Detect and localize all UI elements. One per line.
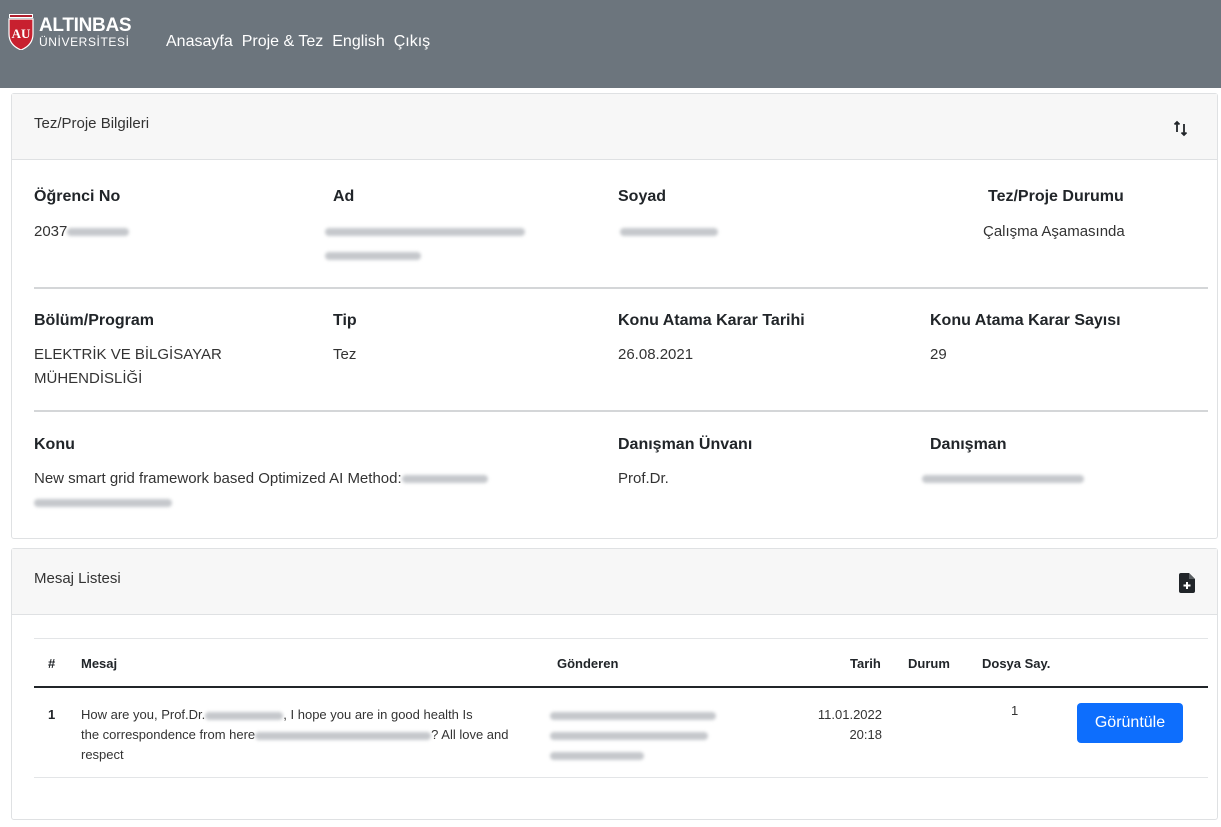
topic-label: Konu <box>34 436 75 453</box>
table-top-border <box>34 638 1208 639</box>
student-no-label: Öğrenci No <box>34 188 121 205</box>
col-index-header: # <box>48 656 56 671</box>
brand-logo[interactable]: AU ALTINBAS ÜNİVERSİTESİ <box>7 14 132 50</box>
surname-label: Soyad <box>618 188 667 205</box>
row-file-count: 1 <box>1011 703 1019 718</box>
advisor-title-label: Danışman Ünvanı <box>618 436 753 453</box>
col-message-header: Mesaj <box>81 656 118 671</box>
thesis-card-header: Tez/Proje Bilgileri <box>12 94 1217 160</box>
divider-2 <box>34 410 1208 412</box>
brand-name: ALTINBAS <box>39 15 132 36</box>
nav-project-thesis[interactable]: Proje & Tez <box>242 33 324 51</box>
view-message-button[interactable]: Görüntüle <box>1077 703 1183 743</box>
message-list-card: Mesaj Listesi # Mesaj Gönderen Tarih Dur… <box>11 548 1218 820</box>
row-index: 1 <box>48 707 56 722</box>
row-date: 11.01.2022 20:18 <box>817 707 882 742</box>
top-navbar: AU ALTINBAS ÜNİVERSİTESİ Anasayfa Proje … <box>0 0 1221 88</box>
type-value: Tez <box>333 346 357 363</box>
department-value: ELEKTRİK VE BİLGİSAYAR MÜHENDİSLİĞİ <box>34 346 222 387</box>
nav-logout[interactable]: Çıkış <box>394 33 430 51</box>
table-header-border <box>34 686 1208 688</box>
divider-1 <box>34 287 1208 289</box>
row-sender-redacted <box>550 705 716 765</box>
message-card-title: Mesaj Listesi <box>34 570 121 587</box>
thesis-card-title: Tez/Proje Bilgileri <box>34 115 150 132</box>
nav-english[interactable]: English <box>332 33 384 51</box>
nav-home[interactable]: Anasayfa <box>166 33 233 51</box>
col-date-header: Tarih <box>850 656 881 671</box>
svg-text:AU: AU <box>12 26 31 41</box>
assign-date-label: Konu Atama Karar Tarihi <box>618 312 805 329</box>
university-shield-icon: AU <box>8 14 34 50</box>
row-message: How are you, Prof.Dr., I hope you are in… <box>81 707 509 762</box>
assign-date-value: 26.08.2021 <box>618 346 694 363</box>
surname-value-redacted <box>620 220 718 244</box>
brand-subtitle: ÜNİVERSİTESİ <box>39 35 130 49</box>
name-label: Ad <box>333 188 355 205</box>
file-plus-icon[interactable] <box>1179 573 1195 593</box>
assign-number-label: Konu Atama Karar Sayısı <box>930 312 1121 329</box>
name-value-redacted <box>325 220 525 268</box>
type-label: Tip <box>333 312 357 329</box>
message-card-header: Mesaj Listesi <box>12 549 1217 615</box>
status-value: Çalışma Aşamasında <box>983 223 1125 240</box>
col-file-count-header: Dosya Say. <box>982 656 1051 671</box>
main-nav: Anasayfa Proje & Tez English Çıkış <box>166 33 439 51</box>
department-label: Bölüm/Program <box>34 312 155 329</box>
col-status-header: Durum <box>908 656 950 671</box>
advisor-label: Danışman <box>930 436 1007 453</box>
advisor-value-redacted <box>922 467 1084 491</box>
assign-number-value: 29 <box>930 346 947 363</box>
status-label: Tez/Proje Durumu <box>988 188 1124 205</box>
student-no-value: 2037 <box>34 220 130 244</box>
topic-value: New smart grid framework based Optimized… <box>34 467 488 515</box>
col-sender-header: Gönderen <box>557 656 619 671</box>
thesis-info-card: Tez/Proje Bilgileri Öğrenci No 2037 Ad S… <box>11 93 1218 539</box>
table-row-border <box>34 777 1208 778</box>
sort-arrows-icon[interactable] <box>1173 118 1189 138</box>
advisor-title-value: Prof.Dr. <box>618 470 669 487</box>
